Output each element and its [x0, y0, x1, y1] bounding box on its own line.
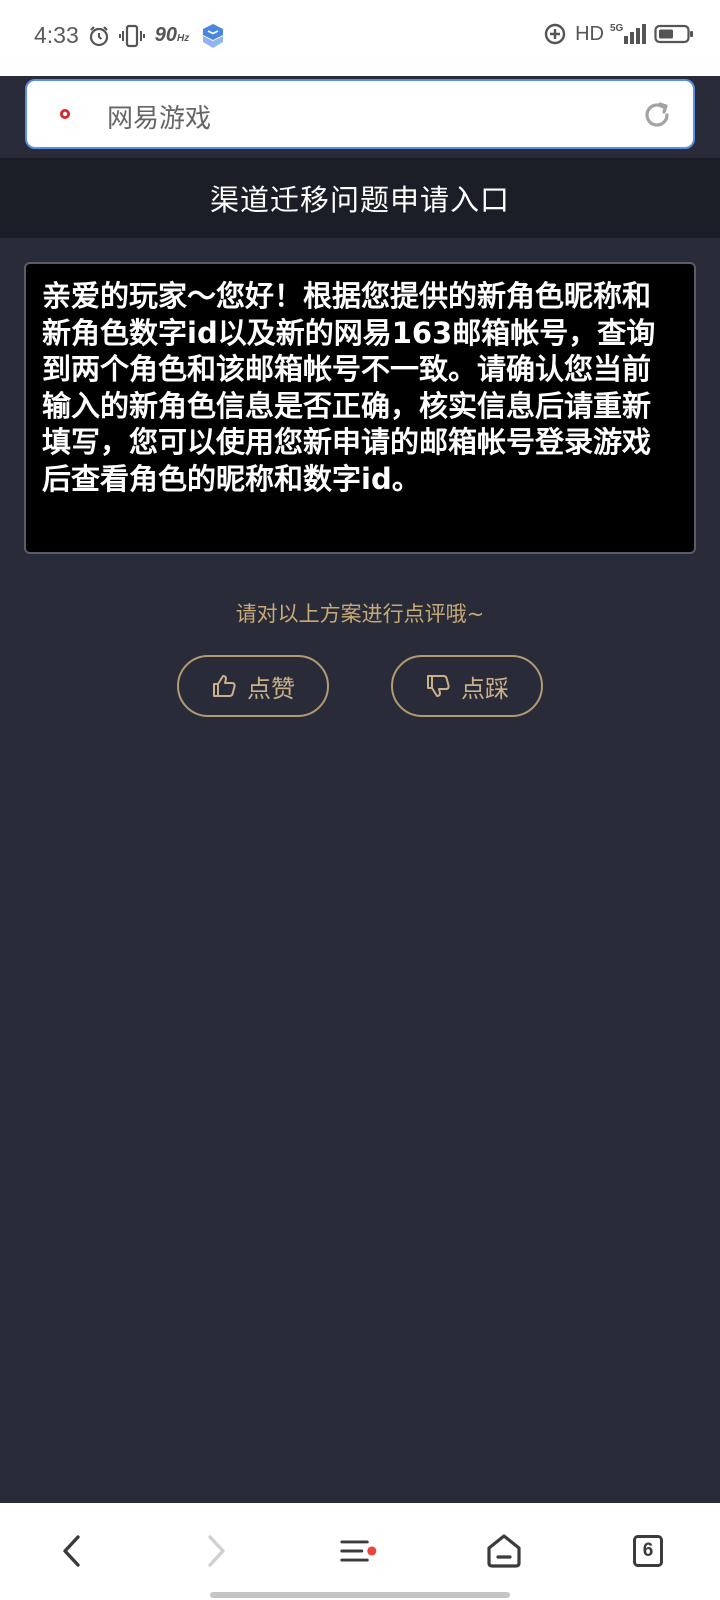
vibrate-icon: [118, 24, 145, 48]
like-button[interactable]: 点赞: [177, 655, 329, 717]
refresh-rate-indicator: 90Hz: [155, 24, 189, 47]
back-button[interactable]: [52, 1531, 92, 1571]
refresh-rate-unit: Hz: [177, 33, 190, 44]
tabs-button[interactable]: 6: [628, 1531, 668, 1571]
signal-icon: 5G: [610, 22, 646, 46]
address-text[interactable]: 网易游戏: [107, 98, 211, 135]
message-box: 亲爱的玩家～您好！根据您提供的新角色昵称和新角色数字id以及新的网易163邮箱帐…: [24, 262, 696, 554]
address-bar[interactable]: 网易游戏: [25, 79, 695, 149]
status-right: HD 5G: [535, 22, 694, 46]
home-icon: [487, 1534, 521, 1568]
page-title: 渠道迁移问题申请入口: [209, 183, 510, 217]
thumbs-down-icon: [425, 673, 451, 699]
reload-icon[interactable]: [641, 99, 673, 135]
dislike-button[interactable]: 点踩: [391, 655, 543, 717]
chevron-left-icon: [63, 1535, 80, 1567]
battery-icon: [654, 23, 694, 45]
feedback-prompt: 请对以上方案进行点评哦~: [235, 602, 485, 626]
status-time: 4:33: [34, 22, 79, 48]
message-text: 亲爱的玩家～您好！根据您提供的新角色昵称和新角色数字id以及新的网易163邮箱帐…: [42, 279, 656, 496]
status-left: 4:33 90Hz: [34, 22, 225, 49]
home-indicator: [210, 1592, 510, 1598]
dislike-label: 点踩: [461, 674, 509, 703]
site-favicon-icon: [59, 106, 71, 120]
alarm-icon: [87, 24, 111, 48]
thumbs-up-icon: [211, 673, 237, 699]
tab-count: 6: [633, 1535, 663, 1567]
app-notification-icon: [201, 23, 225, 49]
data-saver-icon: [543, 22, 567, 46]
menu-button[interactable]: [340, 1531, 380, 1571]
forward-button[interactable]: [196, 1531, 236, 1571]
network-quality-label: HD: [575, 22, 604, 45]
refresh-rate-value: 90: [154, 24, 178, 46]
status-bar: 4:33 90Hz HD 5G: [0, 0, 720, 76]
bottom-nav: 6: [0, 1503, 720, 1600]
like-label: 点赞: [247, 674, 295, 703]
home-button[interactable]: [484, 1531, 524, 1571]
menu-icon: [340, 1540, 377, 1562]
page-header: 渠道迁移问题申请入口: [0, 158, 720, 238]
chevron-right-icon: [208, 1535, 225, 1567]
svg-text:5G: 5G: [610, 23, 624, 34]
